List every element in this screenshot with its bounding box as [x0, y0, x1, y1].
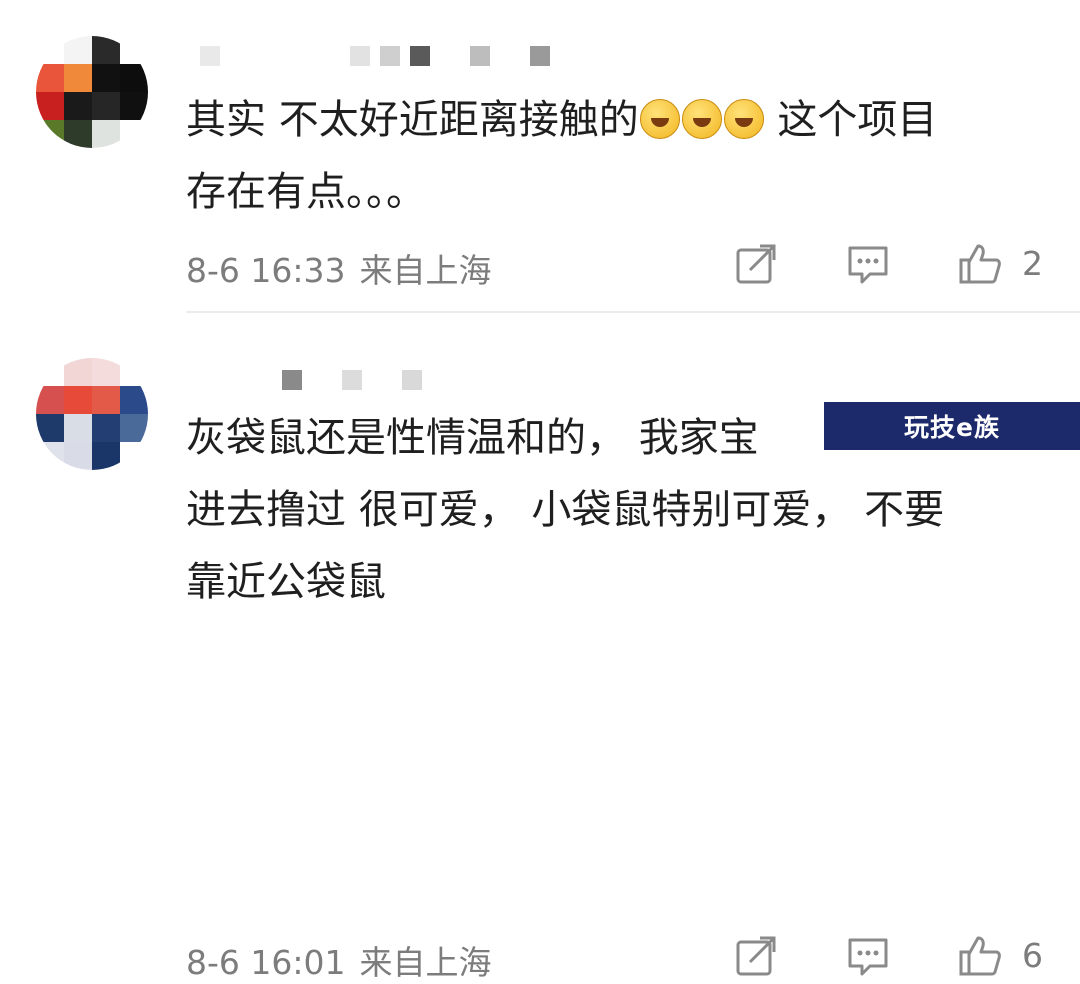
- avatar[interactable]: [36, 358, 148, 470]
- comment-item: 灰袋鼠还是性情温和的， 我家宝 进去撸过 很可爱， 小袋鼠特别可爱， 不要 靠近…: [0, 312, 1080, 982]
- comment-text-line: 这个项目: [764, 97, 938, 143]
- comment-text-line: 进去撸过 很可爱， 小袋鼠特别可爱， 不要: [186, 487, 945, 533]
- laugh-cry-emoji-icon: [681, 99, 722, 139]
- comment-text: 其实 不太好近距离接触的 这个项目 存在有点。。。: [186, 84, 1040, 228]
- share-icon[interactable]: [734, 934, 778, 978]
- laugh-cry-emoji-icon: [723, 99, 764, 139]
- avatar[interactable]: [36, 36, 148, 148]
- location: 来自上海: [359, 251, 492, 290]
- comment-item: 其实 不太好近距离接触的 这个项目 存在有点。。。 8-6 16:33 来自上海 …: [0, 0, 1080, 312]
- comment-text-line: 存在有点。。。: [186, 169, 426, 215]
- like-count: 6: [1022, 936, 1043, 975]
- comment-icon[interactable]: [846, 242, 890, 286]
- share-icon[interactable]: [734, 242, 778, 286]
- watermark-logo: 玩技e族: [824, 402, 1080, 450]
- username-redacted[interactable]: [200, 46, 550, 66]
- comment-meta: 8-6 16:33 来自上海: [186, 244, 492, 292]
- like-count: 2: [1022, 244, 1043, 283]
- comment-text-line: 其实 不太好近距离接触的: [186, 97, 639, 143]
- thumbs-up-icon[interactable]: [958, 934, 1002, 978]
- timestamp: 8-6 16:33: [186, 251, 346, 290]
- comment-meta: 8-6 16:01 来自上海: [186, 936, 492, 984]
- comment-icon[interactable]: [846, 934, 890, 978]
- username-redacted[interactable]: [282, 370, 422, 390]
- timestamp: 8-6 16:01: [186, 943, 346, 982]
- comment-text-line: 靠近公袋鼠: [186, 559, 386, 605]
- thumbs-up-icon[interactable]: [958, 242, 1002, 286]
- laugh-cry-emoji-icon: [639, 99, 680, 139]
- location: 来自上海: [359, 943, 492, 982]
